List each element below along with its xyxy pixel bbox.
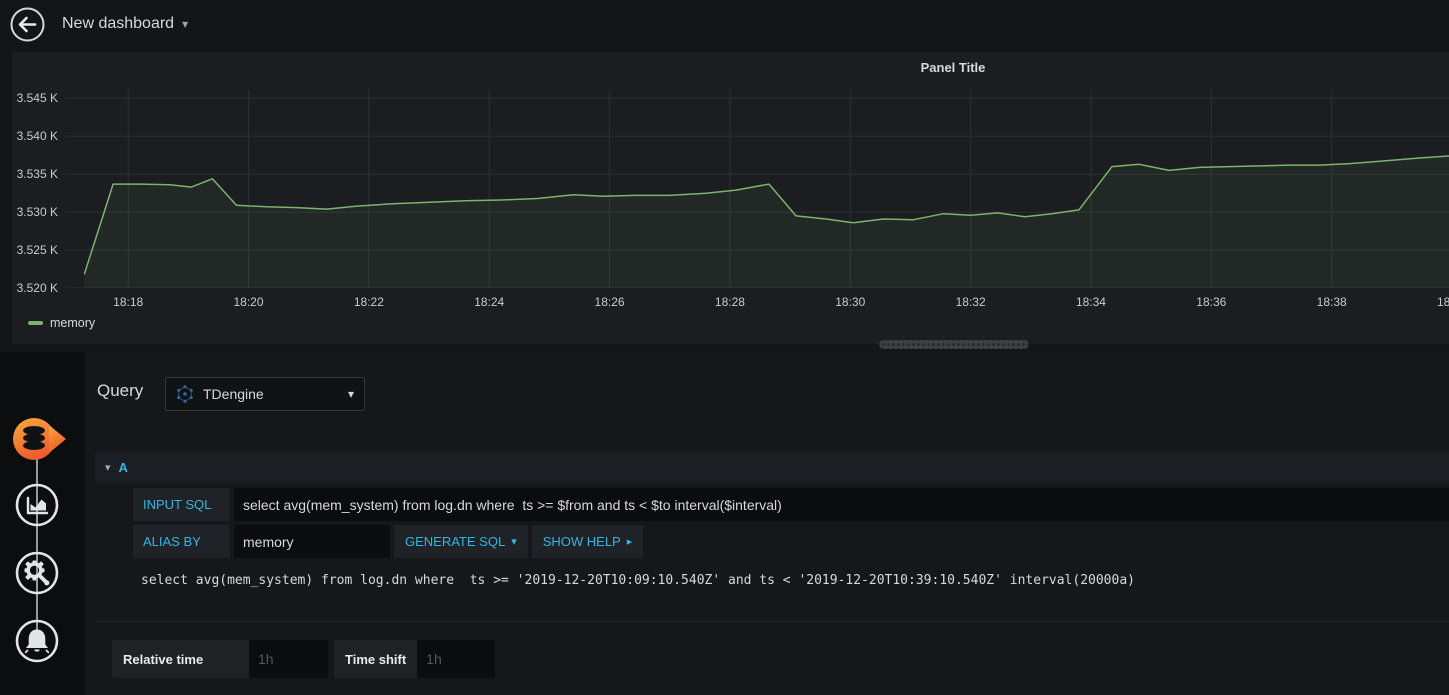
x-tick: 18:20 — [233, 295, 264, 309]
memory-line-chart — [65, 90, 1449, 288]
y-tick: 3.545 K — [16, 91, 58, 106]
relative-time-group: Relative time — [112, 640, 328, 678]
y-tick: 3.540 K — [16, 129, 58, 144]
input-sql-row: INPUT SQL — [133, 488, 1449, 521]
caret-right-icon: ▸ — [626, 536, 633, 548]
relative-time-label: Relative time — [112, 640, 249, 678]
editor-tab-strip — [0, 352, 85, 695]
x-tick: 18:36 — [1196, 295, 1227, 309]
x-tick: 18:18 — [113, 295, 144, 309]
back-button[interactable] — [10, 7, 45, 42]
time-shift-input[interactable] — [417, 640, 496, 678]
tdengine-logo-icon — [177, 385, 193, 403]
y-tick: 3.530 K — [16, 205, 58, 220]
general-tab gear-wrench-icon[interactable] — [15, 551, 59, 595]
legend-swatch — [28, 321, 43, 325]
alias-by-field[interactable] — [234, 525, 390, 558]
input-sql-field[interactable] — [234, 488, 1449, 521]
alert-tab bell-icon[interactable] — [15, 619, 59, 663]
panel-title[interactable]: Panel Title — [921, 60, 986, 75]
datasource-name: TDengine — [203, 386, 264, 402]
y-tick: 3.520 K — [16, 281, 58, 295]
arrow-left-icon — [18, 16, 37, 32]
visualization-tab chart-icon[interactable] — [15, 483, 59, 527]
x-tick: 18:30 — [835, 295, 866, 309]
panel-editor: Query TDengine ▾ ▾ A INPUT SQL ALIAS BY — [0, 352, 1449, 695]
time-options-section: Relative time Time shift — [95, 621, 1449, 678]
x-tick: 18:22 — [353, 295, 384, 309]
time-shift-label: Time shift — [334, 640, 418, 678]
generated-sql-preview: select avg(mem_system) from log.dn where… — [141, 573, 1135, 588]
query-section-label: Query — [97, 381, 144, 400]
x-tick: 18:40 — [1436, 295, 1449, 309]
datasource-picker[interactable]: TDengine ▾ — [165, 377, 365, 411]
top-navbar: New dashboard ▾ — [0, 0, 1449, 48]
show-help-button[interactable]: SHOW HELP ▸ — [531, 525, 644, 558]
y-tick: 3.525 K — [16, 243, 58, 258]
datasource-caret-icon: ▾ — [347, 387, 354, 401]
relative-time-input[interactable] — [249, 640, 328, 678]
alias-by-row: ALIAS BY GENERATE SQL ▾ SHOW HELP ▸ — [133, 525, 1449, 558]
x-tick: 18:24 — [474, 295, 505, 309]
dashboard-title-caret-icon[interactable]: ▾ — [182, 17, 188, 31]
x-tick: 18:26 — [594, 295, 625, 309]
query-ref-id: A — [118, 460, 128, 475]
graph-panel: Panel Title 3.520 K 3.525 K 3.530 K 3.535 K… — [12, 52, 1449, 344]
input-sql-label: INPUT SQL — [133, 488, 230, 521]
y-tick: 3.535 K — [16, 167, 58, 182]
chart-plot-area[interactable] — [65, 90, 1449, 288]
query-row-header[interactable]: ▾ A — [95, 452, 1449, 483]
time-shift-group: Time shift — [334, 640, 496, 678]
legend-label: memory — [50, 316, 96, 330]
x-tick: 18:32 — [955, 295, 986, 309]
generate-sql-button[interactable]: GENERATE SQL ▾ — [394, 525, 528, 558]
query-editor-pane: Query TDengine ▾ ▾ A INPUT SQL ALIAS BY — [85, 352, 1449, 695]
dashboard-title[interactable]: New dashboard — [62, 15, 174, 33]
caret-down-icon: ▾ — [511, 536, 517, 548]
queries-tab database-icon[interactable] — [11, 416, 67, 462]
x-tick: 18:34 — [1075, 295, 1106, 309]
x-tick: 18:28 — [714, 295, 745, 309]
alias-by-label: ALIAS BY — [133, 525, 230, 558]
x-tick: 18:38 — [1316, 295, 1347, 309]
legend-item-memory[interactable]: memory — [28, 316, 95, 330]
collapse-caret-icon: ▾ — [105, 462, 111, 474]
panel-resize-handle[interactable] — [879, 340, 1029, 349]
tab-connector-line — [36, 438, 38, 641]
